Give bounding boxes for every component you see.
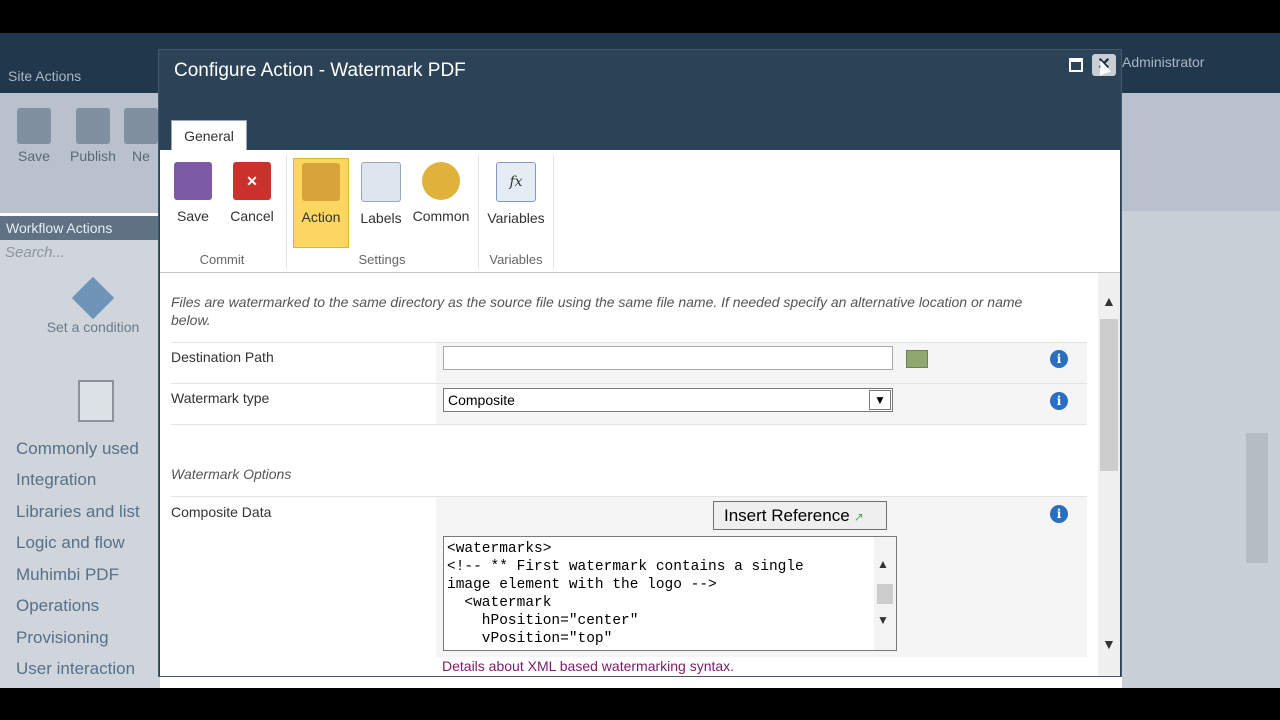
new-icon (124, 108, 158, 144)
user-menu[interactable]: Administrator (1122, 54, 1204, 70)
maximize-icon[interactable] (1069, 58, 1083, 72)
chevron-up-icon[interactable]: ▲ (1102, 293, 1116, 309)
watermark-type-value: Composite (448, 392, 515, 408)
arrow-icon: ↗ (853, 510, 864, 524)
section-title: Watermark Options (171, 466, 292, 482)
labels-doc-icon (361, 162, 401, 202)
gears-action-icon (302, 163, 340, 201)
group-settings: Settings (358, 252, 406, 267)
dialog-ribbon: Save ✕ Cancel Action Labels Common fx Va… (160, 150, 1120, 273)
group-separator (286, 156, 287, 268)
info-icon[interactable]: i (1050, 350, 1068, 368)
textarea-scrollbar[interactable]: ▲ ▼ (874, 537, 896, 650)
destination-path-label: Destination Path (171, 349, 274, 365)
site-actions-menu[interactable]: Site Actions (8, 68, 81, 84)
watermark-type-select[interactable]: Composite ▼ (443, 388, 893, 412)
composite-data-textarea[interactable]: <watermarks> <!-- ** First watermark con… (443, 536, 897, 651)
save-button[interactable]: Save (168, 158, 218, 248)
pdf-icon (78, 380, 114, 422)
red-x-icon: ✕ (233, 162, 271, 200)
sidebar-item-muhimbi[interactable]: Muhimbi PDF (16, 565, 119, 585)
sidebar-item-libraries[interactable]: Libraries and list (16, 502, 140, 522)
common-button[interactable]: Common (411, 158, 471, 248)
details-link[interactable]: Details about XML based watermarking syn… (442, 658, 734, 674)
info-icon[interactable]: i (1050, 392, 1068, 410)
composite-data-label: Composite Data (171, 504, 272, 520)
composite-data-text: <watermarks> <!-- ** First watermark con… (447, 541, 804, 647)
insert-reference-button[interactable]: Insert Reference ↗ (713, 501, 887, 530)
scroll-thumb[interactable] (1100, 319, 1118, 471)
dialog-scrollbar[interactable]: ▲ ▼ (1098, 273, 1120, 676)
tab-general[interactable]: General (171, 120, 247, 151)
chevron-down-icon[interactable]: ▼ (1102, 636, 1116, 652)
floppy-disk-icon (174, 162, 212, 200)
sidebar-item-logic[interactable]: Logic and flow (16, 533, 125, 553)
destination-path-input[interactable] (443, 346, 893, 370)
sidebar-heading: Workflow Actions (0, 216, 160, 240)
variables-button[interactable]: fx Variables (485, 158, 547, 248)
chevron-down-icon[interactable]: ▼ (877, 613, 889, 627)
row-divider (171, 424, 1087, 425)
publish-icon (76, 108, 110, 144)
sidebar-item-provisioning[interactable]: Provisioning (16, 628, 109, 648)
canvas-scrollbar[interactable] (1246, 433, 1268, 563)
floppy-disk-icon (17, 108, 51, 144)
configure-action-dialog: Configure Action - Watermark PDF ✕ Gener… (158, 49, 1122, 677)
chevron-down-icon[interactable]: ▼ (869, 390, 891, 410)
sidebar-search-input[interactable]: Search... (5, 244, 65, 261)
sidebar-item-integration[interactable]: Integration (16, 470, 96, 490)
new-button[interactable]: Ne (124, 108, 158, 164)
scroll-thumb[interactable] (877, 584, 893, 604)
group-commit: Commit (199, 252, 245, 267)
dialog-title: Configure Action - Watermark PDF (174, 60, 466, 81)
save-button[interactable]: Save (6, 108, 62, 164)
sidebar-item-operations[interactable]: Operations (16, 596, 99, 616)
group-separator (478, 156, 479, 268)
question-diamond-icon (71, 276, 115, 320)
gear-icon (422, 162, 460, 200)
info-icon[interactable]: i (1050, 505, 1068, 523)
sidebar-item-commonly-used[interactable]: Commonly used (16, 439, 139, 459)
intro-text: Files are watermarked to the same direct… (171, 294, 1023, 328)
labels-button[interactable]: Labels (355, 158, 407, 248)
watermark-type-label: Watermark type (171, 390, 270, 406)
group-variables: Variables (489, 252, 543, 267)
sidebar-item-user-interaction[interactable]: User interaction (16, 659, 135, 679)
group-separator (553, 156, 554, 268)
chevron-up-icon[interactable]: ▲ (877, 557, 889, 571)
cancel-button[interactable]: ✕ Cancel (226, 158, 278, 248)
browse-icon[interactable] (906, 350, 928, 368)
fx-variables-icon: fx (496, 162, 536, 202)
action-button[interactable]: Action (293, 158, 349, 248)
set-condition-button[interactable]: Set a condition (40, 276, 146, 335)
publish-button[interactable]: Publish (65, 108, 121, 164)
dialog-content: Files are watermarked to the same direct… (160, 273, 1120, 676)
